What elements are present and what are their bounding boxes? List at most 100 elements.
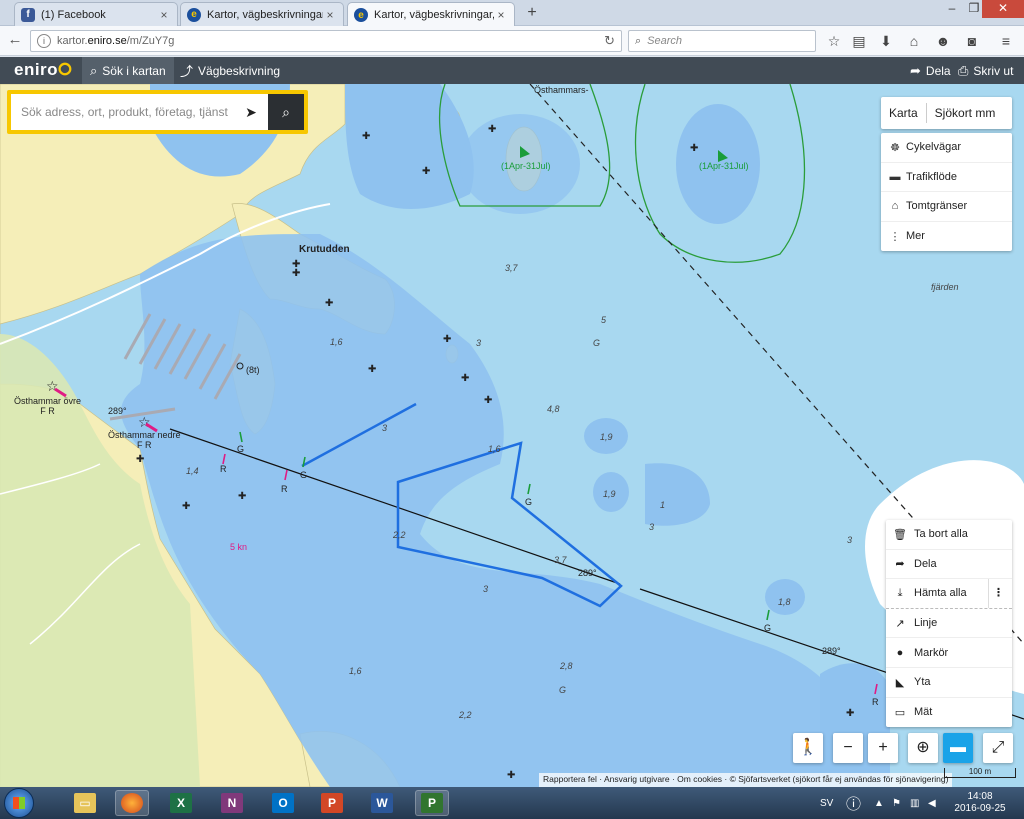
tool-share[interactable]: ➦ Dela	[886, 550, 1012, 580]
map-type-sjokort[interactable]: Sjökort mm ▾	[927, 97, 1012, 152]
depth-label: 2,8	[560, 661, 573, 671]
tab-title: Kartor, vägbeskrivningar, fl...	[374, 9, 494, 21]
tool-measure[interactable]: ▭ Mät	[886, 698, 1012, 728]
url-bar[interactable]: i kartor.eniro.se/m/ZuY7g ↻	[30, 30, 622, 52]
tray-arrow-icon[interactable]: ▲	[874, 787, 884, 819]
svg-text:✚: ✚	[846, 708, 854, 719]
help-icon[interactable]: ⓘ	[846, 787, 861, 819]
depth-label: G	[559, 685, 567, 695]
tab-eniro-2[interactable]: e Kartor, vägbeskrivningar, fl... ×	[347, 2, 515, 27]
reload-icon[interactable]: ↻	[604, 33, 615, 49]
map-canvas[interactable]: ✚ ✚ ✚ ✚ ✚ ✚ ✚ ✚ ✚ ✚ ✚ ✚ ✚ ✚ ✚ ✚ ☆ ☆ Östh…	[0, 84, 1024, 787]
depth-label: 2,2	[393, 530, 406, 540]
bookmark-star-icon[interactable]: ☆	[825, 32, 843, 50]
eniro-logo[interactable]: eniro⭘	[14, 60, 72, 80]
layer-tomtgranser[interactable]: ⌂ Tomtgränser	[881, 192, 1012, 222]
system-clock[interactable]: 14:08 2016-09-25	[944, 791, 1016, 815]
map-label-season-1: (1Apr-31Jul)	[501, 161, 551, 171]
layer-trafikflode[interactable]: ▬ Trafikflöde	[881, 163, 1012, 192]
eniro-icon: e	[187, 7, 201, 22]
street-view-button[interactable]: 🚶	[793, 733, 823, 763]
chat-icon[interactable]: ☻	[934, 32, 952, 50]
window-close-icon[interactable]: ✕	[982, 0, 1024, 18]
pocket-icon[interactable]: ◙	[963, 32, 981, 50]
nav-directions[interactable]: ⤴ Vägbeskrivning	[172, 57, 288, 84]
zoom-out-button[interactable]: −	[833, 733, 863, 763]
close-icon[interactable]: ×	[494, 8, 508, 22]
search-button[interactable]: ⌕	[268, 94, 304, 130]
svg-text:✚: ✚	[488, 124, 496, 135]
zoom-in-button[interactable]: +	[868, 733, 898, 763]
print-button[interactable]: ⎙ Skriv ut	[950, 57, 1021, 84]
info-icon[interactable]: i	[37, 34, 51, 48]
map-type-karta[interactable]: Karta	[881, 97, 926, 129]
taskbar-outlook[interactable]: O	[266, 790, 300, 816]
taskbar-explorer[interactable]: ▭	[68, 790, 102, 816]
hamburger-menu-icon[interactable]: ≡	[997, 32, 1015, 50]
locate-me-icon[interactable]: ➤	[234, 94, 268, 130]
flag-icon[interactable]: ⚑	[892, 787, 901, 819]
tool-label: Yta	[914, 676, 931, 689]
browser-search-input[interactable]: ⌕ Search	[628, 30, 816, 52]
taskbar-onenote[interactable]: N	[215, 790, 249, 816]
depth-label: 1,4	[186, 466, 199, 476]
new-tab-button[interactable]: +	[522, 4, 542, 24]
depth-label: 3,7	[505, 263, 518, 273]
network-icon[interactable]: ▥	[910, 787, 919, 819]
layer-mer[interactable]: ⋮ Mer	[881, 222, 1012, 252]
locate-button[interactable]: ⊕	[908, 733, 938, 763]
svg-text:✚: ✚	[443, 334, 451, 345]
depth-label: 4,8	[547, 404, 560, 414]
pegman-icon: 🚶	[798, 739, 818, 756]
close-icon[interactable]: ×	[323, 8, 337, 22]
outlook-icon: O	[272, 793, 294, 813]
tool-line[interactable]: ↗ Linje	[886, 609, 1012, 639]
expand-icon: ⤢	[991, 739, 1005, 756]
tool-marker[interactable]: ● Markör	[886, 638, 1012, 668]
taskbar-excel[interactable]: X	[164, 790, 198, 816]
buoy-label-green: G	[300, 470, 308, 480]
nav-search-map[interactable]: ⌕ Sök i kartan	[82, 57, 174, 84]
volume-icon[interactable]: ◀	[928, 787, 936, 819]
more-vertical-icon: ⋮	[889, 230, 901, 243]
map-label-fjarden: fjärden	[931, 282, 959, 292]
tab-eniro-1[interactable]: e Kartor, vägbeskrivningar, fl... ×	[180, 2, 344, 26]
close-icon[interactable]: ×	[157, 8, 171, 22]
depth-label: 1,8	[778, 597, 791, 607]
map-label-osthammar-ovre: Östhammar övre F R	[14, 396, 82, 416]
svg-text:✚: ✚	[507, 770, 515, 781]
taskbar-project[interactable]: P	[415, 790, 449, 816]
reading-list-icon[interactable]: ▤	[850, 32, 868, 50]
tab-facebook[interactable]: f (1) Facebook ×	[14, 2, 178, 26]
tool-area[interactable]: ◣ Yta	[886, 668, 1012, 698]
depth-label: 1,6	[349, 666, 362, 676]
taskbar-powerpoint[interactable]: P	[315, 790, 349, 816]
more-vertical-icon[interactable]: ⋮	[988, 579, 1008, 609]
plus-icon: +	[878, 739, 888, 756]
layer-cykelvagar[interactable]: ☸ Cykelvägar	[881, 133, 1012, 163]
minus-icon: −	[843, 739, 853, 756]
map-label-osthammar-nedre: Östhammar nedre F R	[108, 430, 181, 450]
tool-download-all[interactable]: ⤓ Hämta alla ⋮	[886, 579, 1012, 609]
map-search-input[interactable]: Sök adress, ort, produkt, företag, tjäns…	[11, 105, 234, 119]
print-label: Skriv ut	[973, 63, 1014, 78]
taskbar-firefox[interactable]	[115, 790, 149, 816]
home-icon[interactable]: ⌂	[905, 32, 923, 50]
svg-text:✚: ✚	[690, 143, 698, 154]
depth-label: 3	[649, 522, 655, 532]
map-attribution[interactable]: Rapportera fel · Ansvarig utgivare · Om …	[539, 773, 953, 787]
layer-label: Mer	[906, 230, 925, 243]
language-indicator[interactable]: SV	[820, 787, 833, 819]
map-label-course-2: 289°	[578, 568, 597, 578]
measure-tool-button[interactable]: ▬	[943, 733, 973, 763]
facebook-icon: f	[21, 7, 35, 22]
back-arrow-icon[interactable]: ←	[4, 30, 26, 52]
drawing-tools-panel: 🗑 Ta bort alla ➦ Dela ⤓ Hämta alla ⋮ ↗ L…	[886, 520, 1012, 727]
download-arrow-icon[interactable]: ⬇	[877, 32, 895, 50]
search-placeholder: Search	[647, 35, 683, 47]
fullscreen-button[interactable]: ⤢	[983, 733, 1013, 763]
clock-date: 2016-09-25	[954, 803, 1006, 814]
tool-remove-all[interactable]: 🗑 Ta bort alla	[886, 520, 1012, 550]
start-button[interactable]	[4, 788, 34, 818]
taskbar-word[interactable]: W	[365, 790, 399, 816]
